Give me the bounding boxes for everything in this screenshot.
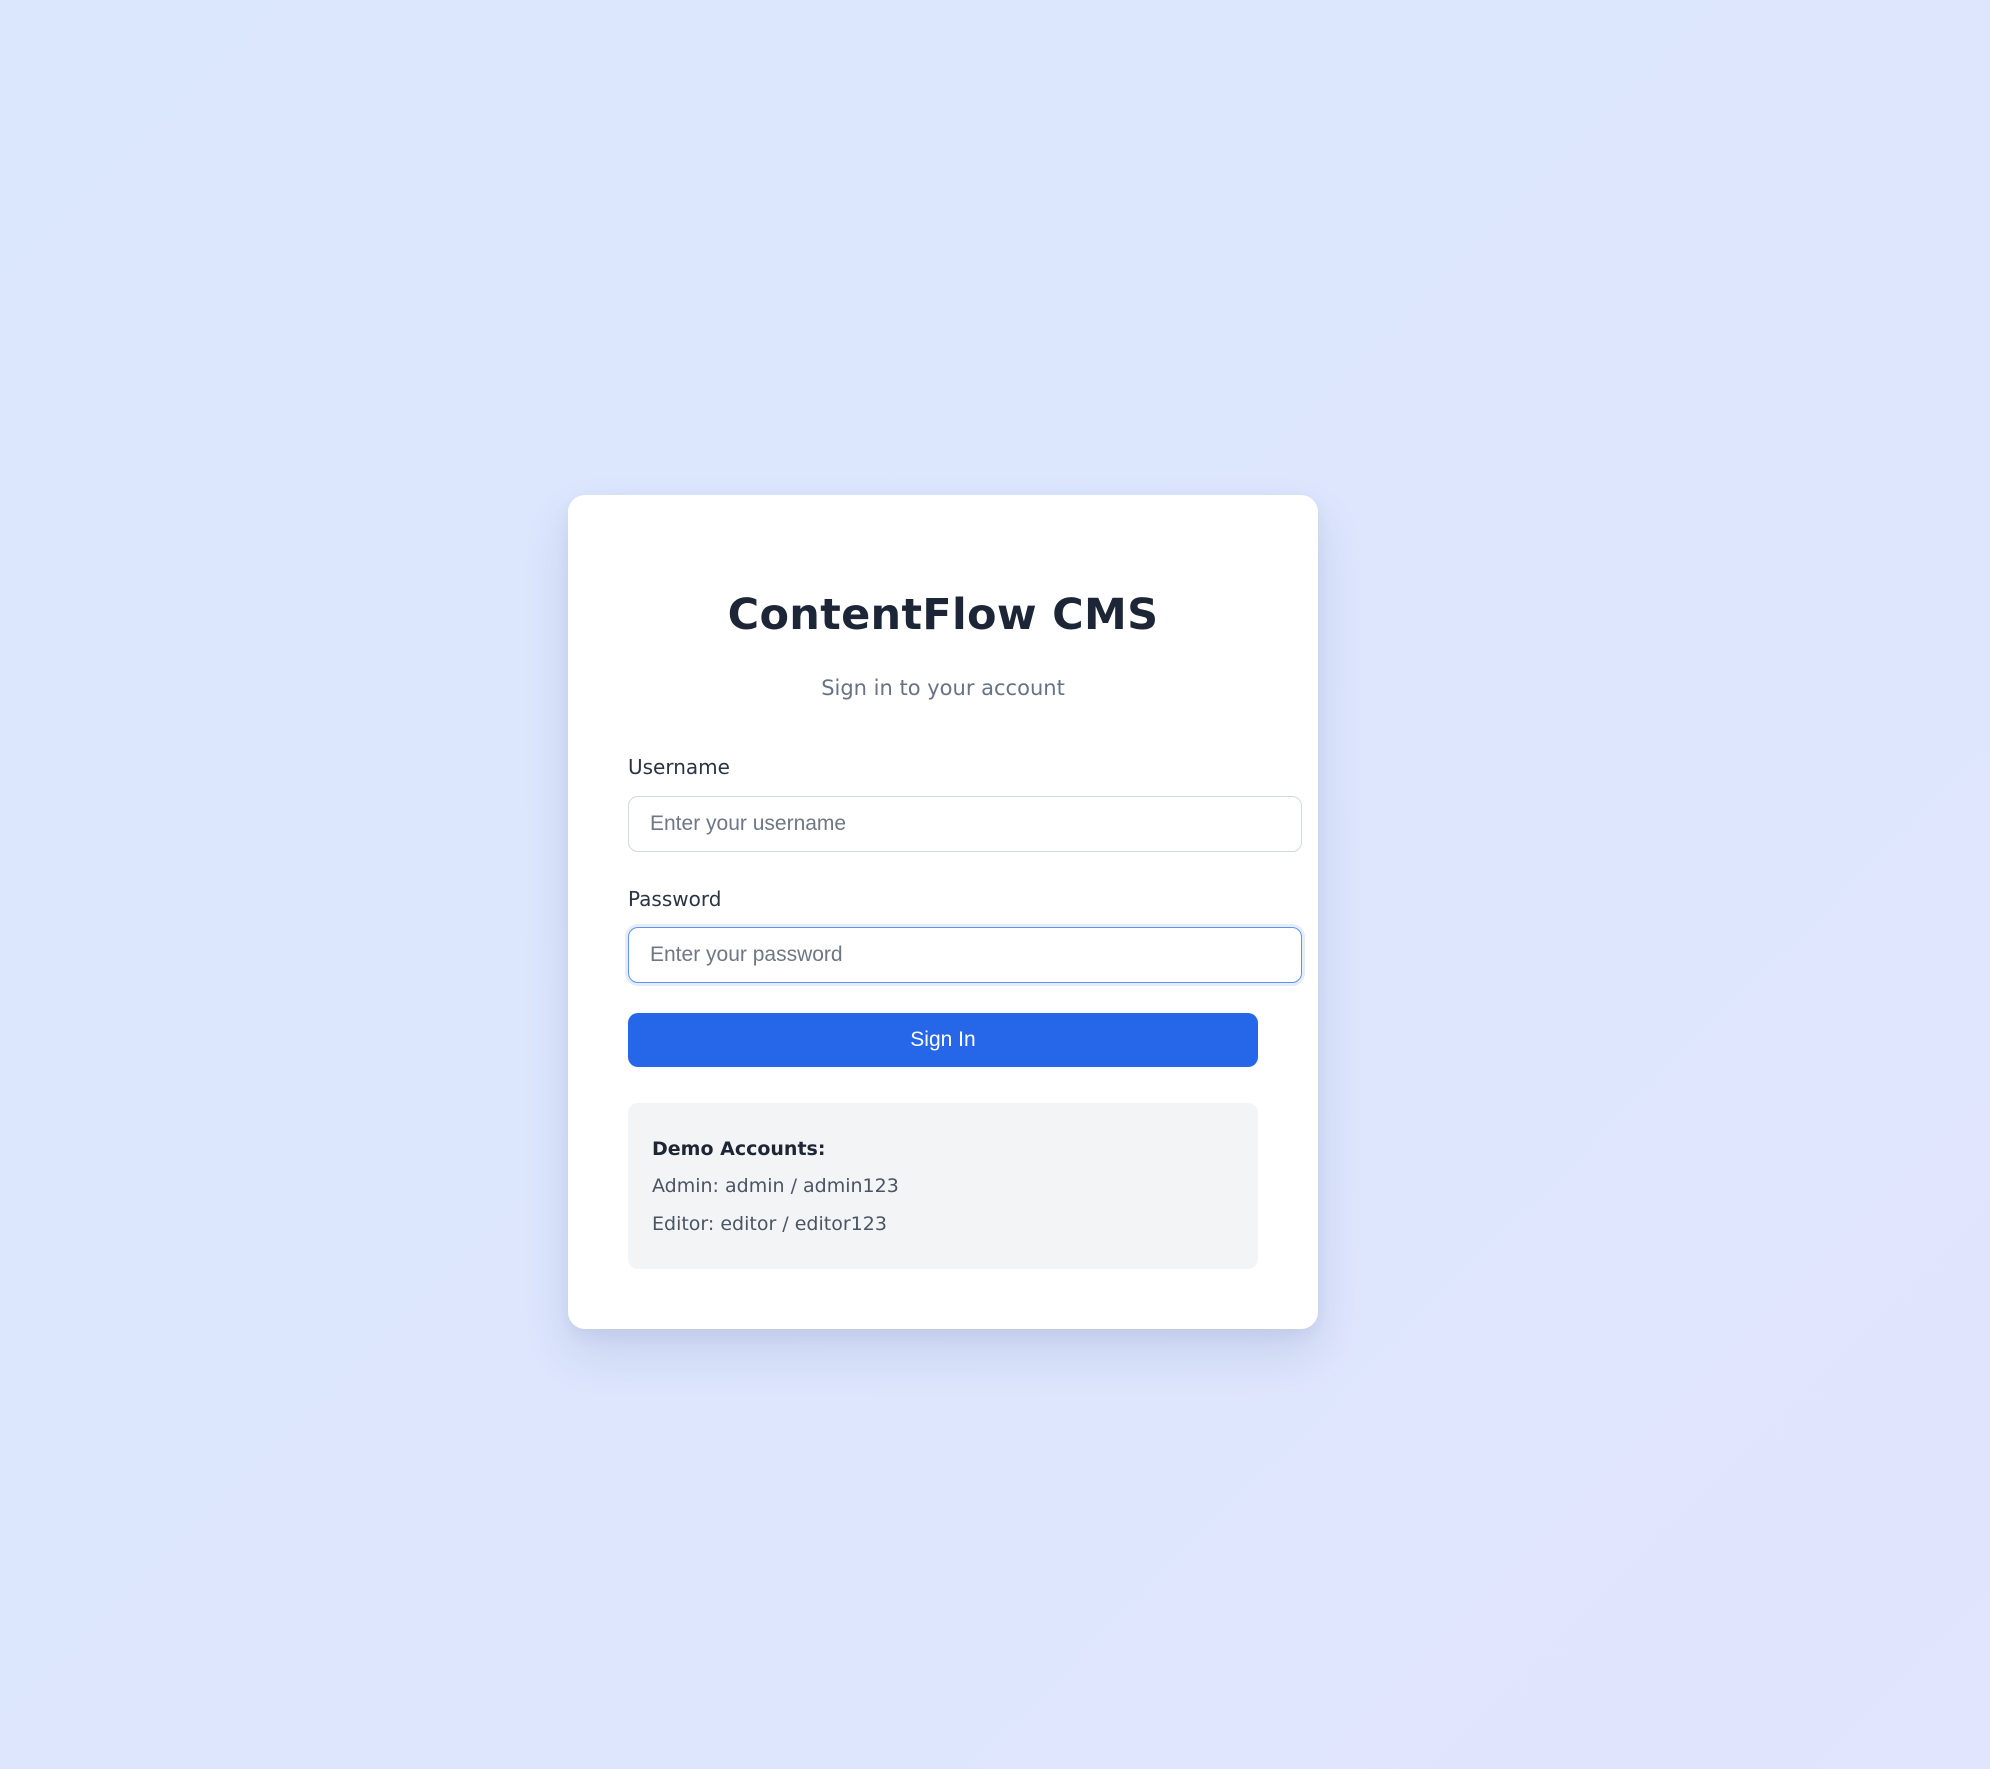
username-input[interactable] (628, 796, 1302, 852)
demo-accounts-title: Demo Accounts: (652, 1138, 826, 1160)
page-title: ContentFlow CMS (727, 590, 1159, 640)
page-subtitle: Sign in to your account (821, 676, 1065, 700)
login-card: ContentFlow CMS Sign in to your account … (568, 495, 1318, 1329)
password-input[interactable] (628, 927, 1302, 983)
sign-in-button[interactable]: Sign In (628, 1013, 1258, 1067)
demo-admin-account: Admin: admin / admin123 (652, 1175, 899, 1197)
password-label: Password (628, 887, 722, 911)
demo-accounts-box: Demo Accounts: Admin: admin / admin123 E… (628, 1103, 1258, 1269)
demo-editor-account: Editor: editor / editor123 (652, 1213, 887, 1235)
username-label: Username (628, 755, 730, 779)
